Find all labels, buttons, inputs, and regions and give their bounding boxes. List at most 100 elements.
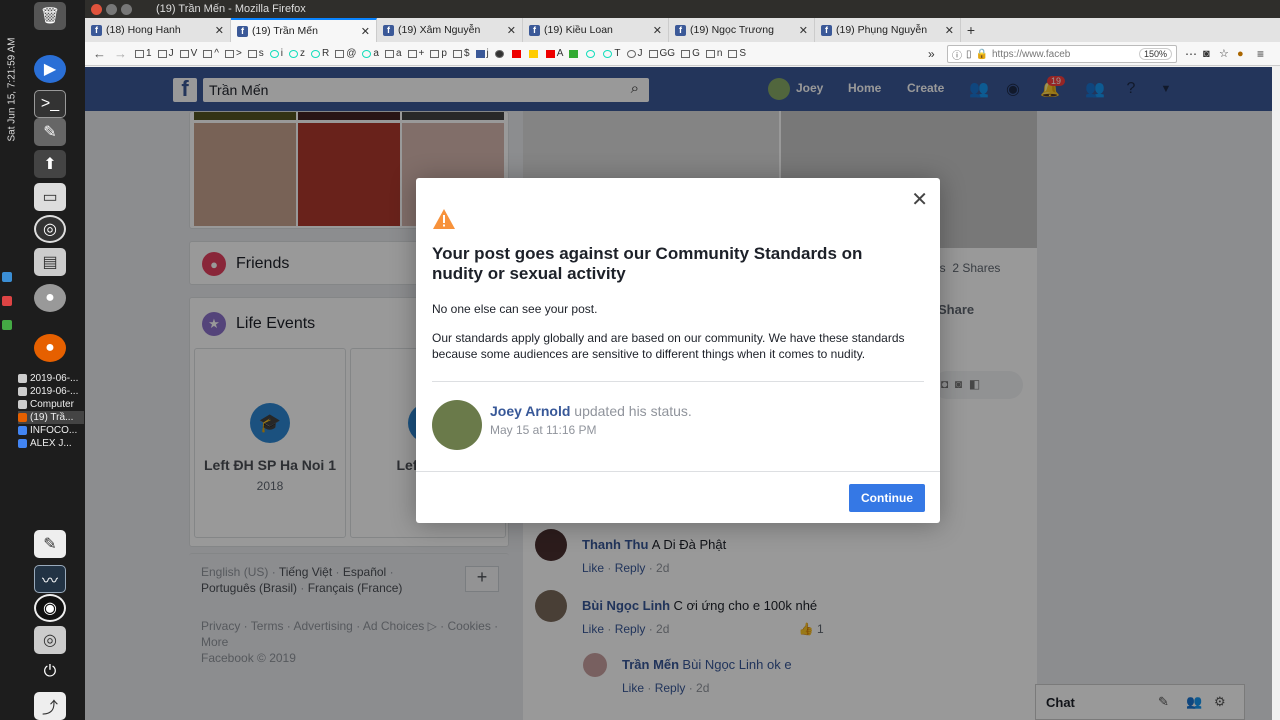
menu-icon[interactable]: ≡	[1257, 47, 1264, 61]
tab[interactable]: f (19) Xâm Nguyễn ✕	[377, 18, 523, 42]
files-icon[interactable]: ▤	[34, 248, 66, 276]
bookmark[interactable]: J	[157, 48, 174, 59]
tab[interactable]: f (18) Hong Hanh ✕	[85, 18, 231, 42]
bookmark[interactable]: R	[311, 48, 329, 59]
new-tab-button[interactable]: +	[961, 18, 981, 42]
bookmark-label: a	[395, 48, 402, 59]
bookmark[interactable]: 1	[135, 48, 152, 59]
window-list-item[interactable]: Computer	[18, 398, 84, 411]
gimp-icon[interactable]: ✎	[34, 118, 66, 146]
tab-label: (19) Xâm Nguyễn	[398, 24, 481, 36]
bookmark-icon	[603, 49, 613, 58]
scanner-icon[interactable]: ▭	[34, 183, 66, 211]
bookmark[interactable]	[511, 49, 523, 58]
bookmark[interactable]: GG	[648, 48, 675, 59]
bookmark-label: ^	[214, 48, 219, 59]
url-bar[interactable]: ⓘ ▯ 🔒 https://www.faceb 150%	[947, 45, 1177, 63]
bookmark[interactable]: >	[224, 48, 242, 59]
bookmark[interactable]: V	[179, 48, 197, 59]
back-icon[interactable]: ←	[93, 46, 106, 61]
bookmark[interactable]: G	[681, 48, 700, 59]
launcher-dock: Sat Jun 15, 7:21:59 AM 🗑 ▶ >_ ✎ ⬆ ▭ ◎ ▤ …	[0, 0, 85, 720]
bookmark[interactable]: n	[705, 48, 722, 59]
tab[interactable]: f (19) Kiều Loan ✕	[523, 18, 669, 42]
bookmark[interactable]: ^	[203, 48, 219, 59]
window-list-item[interactable]: ALEX J...	[18, 437, 84, 450]
bookmark[interactable]: $	[452, 48, 470, 59]
obs-icon[interactable]: ◉	[34, 594, 66, 622]
bookmark[interactable]: J	[626, 48, 643, 59]
clock: Sat Jun 15, 7:21:59 AM	[6, 37, 18, 142]
bookmark-star-icon[interactable]: ☆	[1219, 47, 1229, 60]
post-date[interactable]: May 15 at 11:16 PM	[490, 423, 597, 437]
trash-icon[interactable]: 🗑	[34, 2, 66, 30]
text-editor-icon[interactable]: ✎	[34, 530, 66, 558]
forward-icon[interactable]: →	[114, 46, 127, 61]
window-list-item[interactable]: (19) Trầ...	[18, 411, 84, 424]
close-window-button[interactable]	[91, 3, 102, 15]
close-icon[interactable]: ✕	[945, 24, 954, 37]
bookmark[interactable]	[569, 49, 580, 58]
close-icon[interactable]: ✕	[653, 24, 662, 37]
tab[interactable]: f (19) Ngọc Trương ✕	[669, 18, 815, 42]
zoom-level[interactable]: 150%	[1138, 48, 1172, 60]
bookmark[interactable]: s	[247, 48, 264, 59]
extension-icon[interactable]: ●	[1237, 48, 1244, 60]
close-icon[interactable]: ✕	[911, 190, 928, 210]
minimize-window-button[interactable]	[106, 3, 117, 15]
bookmark-label: J	[168, 48, 174, 59]
close-icon[interactable]: ✕	[361, 25, 370, 38]
bookmark[interactable]: a	[384, 48, 402, 59]
power-icon[interactable]: ⏻	[34, 658, 66, 686]
pocket-icon[interactable]: ◙	[1203, 48, 1210, 60]
bookmark-label: A	[556, 48, 564, 59]
warning-icon	[433, 209, 455, 229]
window-list-item[interactable]: 2019-06-...	[18, 372, 84, 385]
overflow-chevron-icon[interactable]: »	[928, 47, 935, 61]
page-scrollbar[interactable]	[1272, 67, 1280, 720]
bookmark[interactable]	[528, 49, 540, 58]
bookmark[interactable]: +	[407, 48, 424, 59]
bookmark[interactable]: @	[335, 48, 356, 59]
post-author[interactable]: Joey Arnold	[490, 403, 570, 419]
bookmark[interactable]: z	[289, 48, 305, 59]
bookmark[interactable]: S	[728, 48, 746, 59]
avatar[interactable]	[432, 400, 482, 450]
webcam-icon[interactable]: ◎	[34, 626, 66, 654]
bookmark[interactable]: a	[362, 48, 379, 59]
dialog-text: No one else can see your post.	[432, 302, 598, 316]
tray-icon	[2, 272, 12, 282]
ubuntu-icon[interactable]: ◎	[34, 215, 66, 243]
bookmark-icon	[569, 49, 579, 58]
tab[interactable]: f (19) Phụng Nguyễn ✕	[815, 18, 961, 42]
window-list-item[interactable]: INFOCO...	[18, 424, 84, 437]
close-icon[interactable]: ✕	[507, 24, 516, 37]
firefox-icon[interactable]: ●	[34, 334, 66, 362]
bookmark[interactable]	[494, 49, 506, 58]
bookmark[interactable]: p	[430, 48, 447, 59]
upload-icon[interactable]: ⬆	[34, 150, 66, 178]
chrome-icon	[18, 426, 27, 435]
bookmark[interactable]: T	[603, 48, 621, 59]
bookmark[interactable]	[586, 49, 597, 58]
maximize-window-button[interactable]	[121, 3, 132, 15]
facebook-favicon-icon: f	[529, 24, 540, 36]
system-monitor-icon[interactable]: 〰	[34, 565, 66, 593]
facebook-favicon-icon: f	[237, 25, 248, 37]
tab-active[interactable]: f (19) Trần Mến ✕	[231, 18, 377, 42]
share-icon[interactable]: ⤴	[34, 692, 66, 720]
bookmark[interactable]: j	[475, 48, 489, 59]
bookmark-label: J	[637, 48, 643, 59]
disk-icon[interactable]: ●	[34, 284, 66, 312]
more-icon[interactable]: ⋯	[1185, 47, 1197, 61]
info-icon[interactable]: ⓘ	[952, 47, 962, 62]
document-icon	[18, 374, 27, 383]
close-icon[interactable]: ✕	[799, 24, 808, 37]
continue-button[interactable]: Continue	[849, 484, 925, 512]
bookmark[interactable]: i	[269, 48, 283, 59]
close-icon[interactable]: ✕	[215, 24, 224, 37]
media-player-icon[interactable]: ▶	[34, 55, 66, 83]
terminal-icon[interactable]: >_	[34, 90, 66, 118]
bookmark[interactable]: A	[545, 48, 564, 59]
window-list-item[interactable]: 2019-06-...	[18, 385, 84, 398]
